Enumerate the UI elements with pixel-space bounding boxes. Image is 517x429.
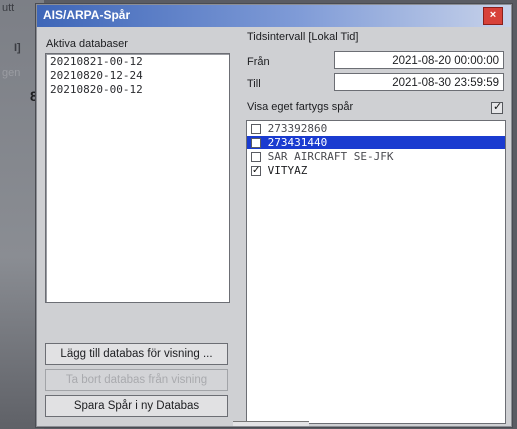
own-track-label: Visa eget fartygs spår (247, 101, 354, 113)
title-bar[interactable]: AIS/ARPA-Spår × (37, 5, 511, 27)
vessel-name: VITYAZ (267, 164, 308, 177)
databases-label: Aktiva databaser (46, 38, 128, 50)
add-database-button[interactable]: Lägg till databas för visning ... (45, 343, 228, 365)
window-title: AIS/ARPA-Spår (43, 8, 131, 22)
vessel-checkbox[interactable] (251, 164, 261, 177)
list-item[interactable]: 20210820-12-24 (46, 69, 229, 82)
vessel-list[interactable]: 273392860 273431440 SAR AIRCRAFT SE-JFK … (246, 120, 506, 424)
to-label: Till (247, 78, 261, 90)
list-item[interactable]: 273392860 (247, 122, 505, 135)
vessel-checkbox[interactable] (251, 152, 261, 162)
time-interval-label: Tidsintervall [Lokal Tid] (247, 31, 359, 43)
vessel-name: 273392860 (267, 122, 328, 135)
vessel-name: SAR AIRCRAFT SE-JFK (267, 150, 394, 163)
from-field[interactable]: 2021-08-20 00:00:00 (334, 51, 504, 69)
save-tracks-button[interactable]: Spara Spår i ny Databas (45, 395, 228, 417)
list-item[interactable]: VITYAZ (247, 164, 505, 177)
list-item[interactable]: 20210820-00-12 (46, 83, 229, 96)
close-button[interactable]: × (483, 7, 503, 25)
vessel-checkbox[interactable] (251, 124, 261, 134)
to-field[interactable]: 2021-08-30 23:59:59 (334, 73, 504, 91)
from-label: Från (247, 56, 270, 68)
ais-arpa-dialog: AIS/ARPA-Spår × Aktiva databaser 2021082… (36, 4, 512, 427)
own-track-checkbox[interactable] (491, 100, 503, 114)
database-list[interactable]: 20210821-00-12 20210820-12-24 20210820-0… (45, 53, 230, 303)
background-text: I] (14, 42, 21, 54)
vessel-name: 273431440 (267, 136, 328, 149)
remove-database-button[interactable]: Ta bort databas från visning (45, 369, 228, 391)
vessel-checkbox[interactable] (251, 138, 261, 148)
background-text: utt (2, 2, 15, 14)
background-text: gen (2, 67, 21, 79)
list-item[interactable]: 273431440 (247, 136, 505, 149)
background-button-fragment (233, 421, 309, 426)
list-item[interactable]: SAR AIRCRAFT SE-JFK (247, 150, 505, 163)
list-item[interactable]: 20210821-00-12 (46, 55, 229, 68)
